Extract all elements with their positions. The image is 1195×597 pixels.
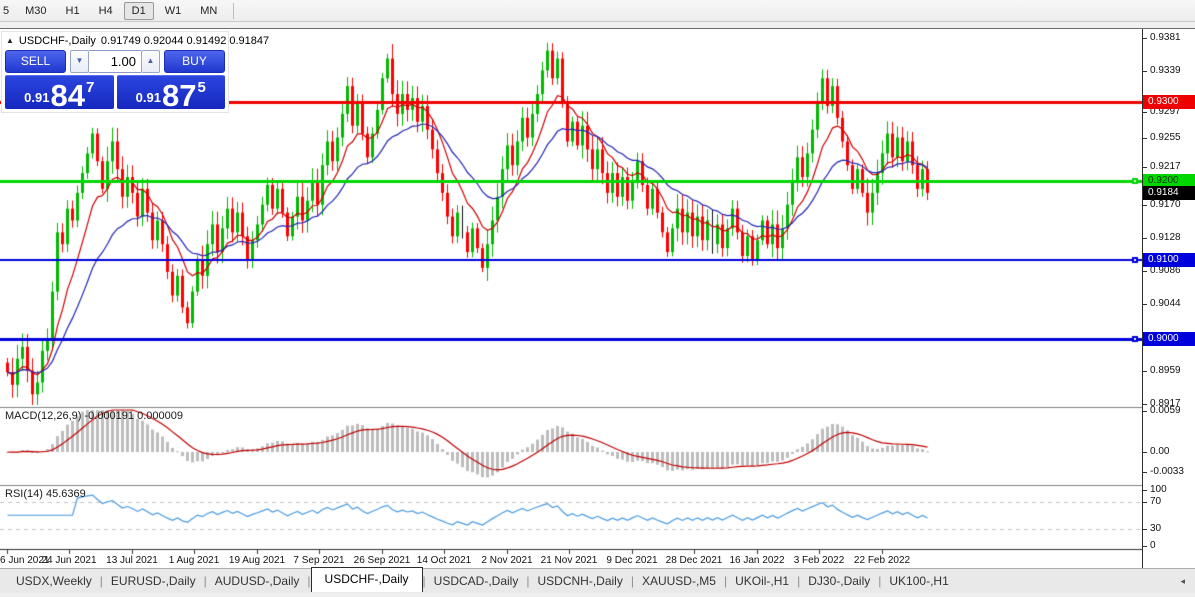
macd-values: -0.000191 0.000009	[84, 410, 183, 422]
price-tag-0.9184: 0.9184	[1143, 186, 1195, 200]
period-button-h4[interactable]: H4	[91, 2, 121, 20]
date-axis-label: 22 Feb 2022	[853, 555, 911, 566]
axis-tick-dash	[1143, 404, 1147, 405]
date-axis-label: 24 Jun 2021	[41, 555, 97, 566]
axis-tick-dash	[1143, 472, 1147, 473]
tab-scroll-left-icon[interactable]: ◂	[1180, 576, 1185, 587]
axis-tick-dash	[1143, 71, 1147, 72]
chart-tab-usdcnh-daily[interactable]: USDCNH-,Daily	[529, 572, 630, 590]
buy-price-prefix: 0.91	[135, 90, 161, 105]
axis-tick-dash	[1143, 138, 1147, 139]
axis-tick-dash	[1143, 529, 1147, 530]
period-button-5[interactable]: 5	[2, 2, 14, 20]
axis-tick-dash	[1143, 490, 1147, 491]
price-axis-tick: 0.9044	[1150, 298, 1181, 309]
sell-price-display[interactable]: 0.91 84 7	[5, 75, 114, 113]
period-button-m30[interactable]: M30	[17, 2, 54, 20]
date-axis-label: 26 Sep 2021	[353, 555, 411, 566]
price-axis-tick: 0.8959	[1150, 365, 1181, 376]
price-axis: 0.9381 0.9339 0.9297 0.9255 0.9217 0.9170 0.91…	[1142, 29, 1195, 568]
price-tag-0.9300: 0.9300	[1143, 95, 1195, 109]
buy-button[interactable]: BUY	[164, 50, 225, 73]
axis-tick-dash	[1143, 371, 1147, 372]
price-axis-tick: 0.9381	[1150, 32, 1181, 43]
chart-tab-dj30-daily[interactable]: DJ30-,Daily	[800, 572, 878, 590]
timeframe-toolbar: 5 M30 H1 H4 D1 W1 MN	[0, 0, 1195, 22]
period-button-w1[interactable]: W1	[157, 2, 190, 20]
price-axis-tick: 0.9255	[1150, 132, 1181, 143]
rsi-indicator-label: RSI(14) 45.6369	[5, 488, 86, 500]
buy-price-display[interactable]: 0.91 87 5	[116, 75, 225, 113]
date-axis-label: 21 Nov 2021	[540, 555, 598, 566]
period-button-h1[interactable]: H1	[58, 2, 88, 20]
axis-tick-dash	[1143, 205, 1147, 206]
chart-tab-usdcad-daily[interactable]: USDCAD-,Daily	[426, 572, 527, 590]
volume-decrease-button[interactable]: ▼	[70, 50, 89, 73]
panel-symbol: USDCHF-,Daily	[18, 34, 96, 47]
period-button-mn[interactable]: MN	[192, 2, 225, 20]
macd-title: MACD(12,26,9)	[5, 410, 82, 422]
trade-panel-header: ▲ USDCHF-,Daily 0.91749 0.92044 0.91492 …	[2, 32, 269, 49]
date-axis-label: 3 Feb 2022	[793, 555, 845, 566]
panel-collapse-icon[interactable]: ▲	[6, 36, 14, 45]
sell-price-prefix: 0.91	[24, 90, 50, 105]
axis-tick-dash	[1143, 238, 1147, 239]
axis-tick-dash	[1143, 112, 1147, 113]
axis-tick-dash	[1143, 546, 1147, 547]
date-axis-label: 2 Nov 2021	[481, 555, 533, 566]
indicator-axis-tick: -0.0033	[1150, 466, 1184, 477]
axis-tick-dash	[1143, 452, 1147, 453]
indicator-axis-tick: 0.0059	[1150, 405, 1181, 416]
date-axis-label: 14 Oct 2021	[416, 555, 472, 566]
chart-tab-ukoil-h1[interactable]: UKOil-,H1	[727, 572, 797, 590]
buy-price-pip: 5	[197, 79, 206, 96]
date-axis-label: 19 Aug 2021	[228, 555, 286, 566]
sell-price-pip: 7	[85, 79, 95, 96]
indicator-axis-tick: 0	[1150, 540, 1156, 551]
axis-tick-dash	[1143, 502, 1147, 503]
price-axis-tick: 0.9128	[1150, 232, 1181, 243]
panel-ohlc: 0.91749 0.92044 0.91492 0.91847	[100, 34, 270, 47]
price-tag-0.9000: 0.9000	[1143, 332, 1195, 346]
period-button-d1[interactable]: D1	[123, 1, 154, 20]
symbol-tabbar: USDX,Weekly | EURUSD-,Daily | AUDUSD-,Daily |…	[0, 566, 1195, 593]
indicator-axis-tick: 0.00	[1150, 446, 1170, 457]
buy-price-big: 87	[161, 78, 197, 113]
toolbar-separator	[233, 2, 235, 19]
sell-price-big: 84	[50, 78, 85, 113]
chart-tab-xauusd-m5[interactable]: XAUUSD-,M5	[634, 572, 724, 590]
axis-tick-dash	[1143, 38, 1147, 39]
price-axis-tick: 0.9339	[1150, 65, 1181, 76]
volume-increase-button[interactable]: ▲	[141, 50, 160, 73]
axis-tick-dash	[1143, 411, 1147, 412]
date-axis-label: 13 Jul 2021	[106, 555, 158, 566]
macd-indicator-label: MACD(12,26,9) -0.000191 0.000009	[5, 410, 183, 422]
indicator-axis-tick: 100	[1150, 484, 1167, 495]
one-click-trade-panel: ▲ USDCHF-,Daily 0.91749 0.92044 0.91492 …	[2, 32, 269, 113]
date-axis-label: 28 Dec 2021	[665, 555, 723, 566]
axis-tick-dash	[1143, 271, 1147, 272]
rsi-title: RSI(14) 45.6369	[5, 488, 86, 500]
date-axis-label: 7 Sep 2021	[293, 555, 345, 566]
sell-button[interactable]: SELL	[5, 50, 66, 73]
chart-window: MACD(12,26,9) -0.000191 0.000009 RSI(14)…	[0, 28, 1195, 568]
axis-tick-dash	[1143, 304, 1147, 305]
price-tag-0.9100: 0.9100	[1143, 253, 1195, 267]
bottom-strip	[0, 593, 1195, 597]
date-axis-label: 1 Aug 2021	[168, 555, 220, 566]
chart-tab-usdx-weekly[interactable]: USDX,Weekly	[8, 572, 100, 590]
chart-tab-usdchf-daily[interactable]: USDCHF-,Daily	[310, 566, 423, 592]
chart-tab-eurusd-daily[interactable]: EURUSD-,Daily	[103, 572, 204, 590]
price-axis-tick: 0.9217	[1150, 161, 1181, 172]
volume-input[interactable]: 1.00	[89, 50, 141, 73]
chart-tab-uk100-h1[interactable]: UK100-,H1	[881, 572, 956, 590]
indicator-axis-tick: 70	[1150, 496, 1162, 507]
date-axis-label: 16 Jan 2022	[729, 555, 785, 566]
indicator-axis-tick: 30	[1150, 523, 1162, 534]
chart-tab-audusd-daily[interactable]: AUDUSD-,Daily	[207, 572, 308, 590]
price-axis-tick: 0.9170	[1150, 199, 1181, 210]
axis-tick-dash	[1143, 167, 1147, 168]
date-axis-label: 9 Dec 2021	[606, 555, 658, 566]
